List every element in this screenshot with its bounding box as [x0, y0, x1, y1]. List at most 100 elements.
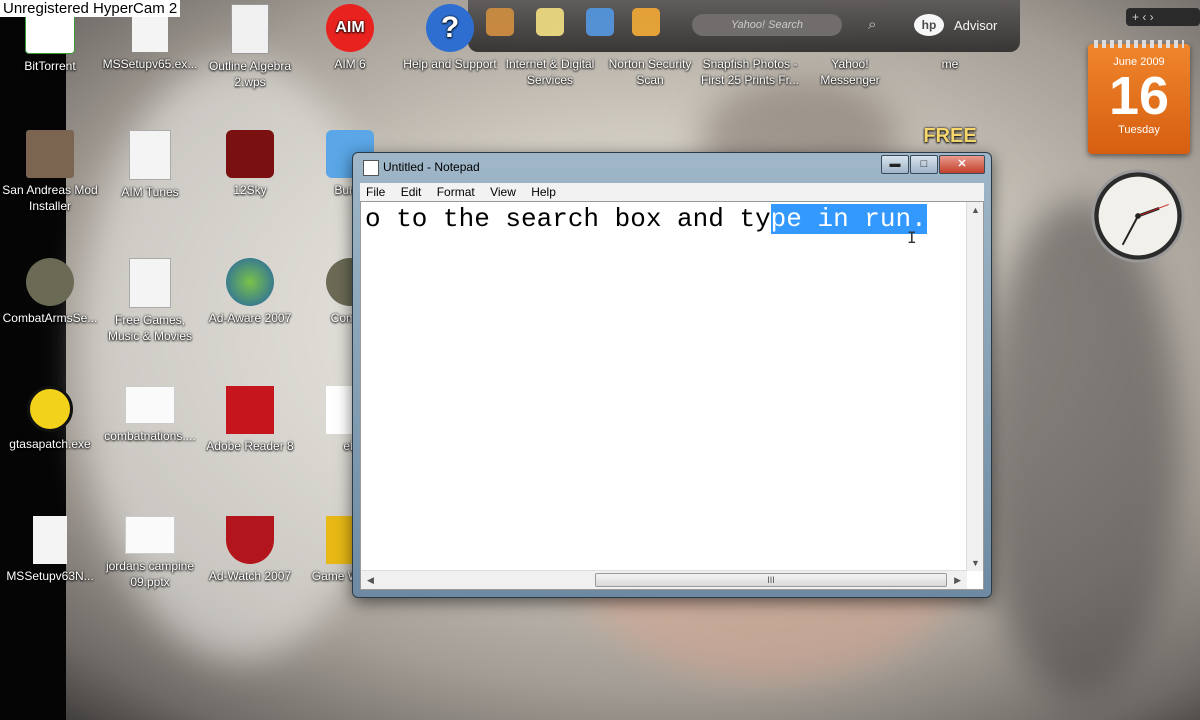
text-cursor-icon: I [907, 228, 917, 247]
desktop-icon-label: jordans campine 09.pptx [105, 559, 195, 589]
desktop-icon-label: MSSetupv65.ex... [102, 57, 198, 71]
desktop-icon-label: Yahoo! Messenger [820, 57, 880, 87]
desktop-icon-yahoo-messenger[interactable]: Yahoo! Messenger [802, 56, 898, 88]
gear-icon [27, 386, 73, 432]
document-icon [125, 386, 175, 424]
desktop-icon-label: MSSetupv63N... [6, 569, 94, 583]
desktop-icon-label: Outline Algebra 2.wps [208, 59, 292, 89]
calendar-weekday: Tuesday [1118, 124, 1160, 136]
search-icon[interactable]: ⌕ [868, 16, 876, 33]
desktop-icon-label: AIM Tunes [121, 185, 179, 199]
hp-advisor-label[interactable]: Advisor [954, 18, 997, 33]
editor-text[interactable]: o to the search box and type in run. [365, 204, 927, 234]
window-title: Untitled - Notepad [383, 160, 480, 174]
menu-file[interactable]: File [366, 185, 385, 199]
menu-help[interactable]: Help [531, 185, 556, 199]
calendar-gadget[interactable]: June 2009 16 Tuesday [1088, 40, 1190, 154]
desktop-left-edge [0, 0, 66, 720]
sidebar-controls-text[interactable]: + ‹ › [1132, 10, 1154, 24]
hp-logo[interactable]: hp [914, 14, 944, 36]
plain-text: o to the search box and ty [365, 204, 771, 234]
shopping-bag-icon[interactable] [632, 8, 660, 36]
file-icon [33, 516, 67, 564]
desktop-icon-internet-digital[interactable]: Internet & Digital Services [502, 56, 598, 88]
scroll-up-icon[interactable]: ▲ [971, 205, 980, 215]
desktop-icon-norton[interactable]: Norton Security Scan [602, 56, 698, 88]
text-editor[interactable]: o to the search box and type in run. I ▲… [360, 201, 984, 590]
desktop-icon-label: San Andreas Mod Installer [2, 183, 98, 213]
desktop-icon-label: Ad-Watch 2007 [208, 569, 292, 583]
desktop-icon-label: me [941, 57, 959, 71]
desktop-icon-aim6[interactable]: AIM AIM 6 [302, 4, 398, 72]
help-icon[interactable] [586, 8, 614, 36]
desktop-icon-free-games[interactable]: Free Games, Music & Movies [102, 258, 198, 344]
desktop-icon-label: gtasapatch.exe [9, 437, 91, 451]
minimize-button[interactable]: ▬ [881, 155, 909, 174]
desktop-icon-label: AIM 6 [334, 57, 366, 71]
yahoo-search-input[interactable]: Yahoo! Search [692, 14, 842, 36]
desktop-icon-12sky[interactable]: 12Sky [202, 130, 298, 198]
selected-text: pe in run. [770, 204, 927, 234]
desktop-icon-aim-tunes[interactable]: AIM Tunes [102, 130, 198, 200]
desktop-icon-label: BitTorrent [24, 59, 76, 73]
close-button[interactable]: ✕ [939, 155, 985, 174]
globe-icon [226, 258, 274, 306]
desktop-icon-label: Help and Support [403, 57, 497, 71]
document-icon [129, 130, 171, 180]
desktop-icon-ad-aware[interactable]: Ad-Aware 2007 [202, 258, 298, 326]
calendar-rings [1094, 40, 1184, 48]
notepad-window[interactable]: Untitled - Notepad ▬ □ ✕ File Edit Forma… [352, 152, 992, 598]
desktop-icon-label: Snapfish Photos - First 25 Prints Fr... [700, 57, 799, 87]
desktop-icon-mssetup63[interactable]: MSSetupv63N... [2, 516, 98, 584]
sidebar-controls[interactable]: + ‹ › [1126, 8, 1200, 26]
menu-bar: File Edit Format View Help [360, 183, 984, 201]
question-icon: ? [426, 4, 474, 52]
desktop-icon-free[interactable]: FREE [902, 126, 998, 146]
desktop-icon-label: combatnations.... [104, 429, 196, 443]
character-icon [26, 130, 74, 178]
shield-icon [226, 516, 274, 564]
horizontal-scrollbar[interactable]: ◀ III ▶ [361, 570, 967, 589]
maximize-button[interactable]: □ [910, 155, 938, 174]
desktop-icon-label: CombatArmsSe... [2, 311, 98, 325]
desktop-icon-label: Internet & Digital Services [505, 57, 595, 87]
aim-icon: AIM [326, 4, 374, 52]
desktop-icon-jordans[interactable]: jordans campine 09.pptx [102, 516, 198, 590]
menu-edit[interactable]: Edit [401, 185, 422, 199]
notes-icon[interactable] [536, 8, 564, 36]
clock-center [1135, 213, 1141, 219]
scroll-right-icon[interactable]: ▶ [954, 575, 961, 586]
notepad-icon [363, 160, 379, 176]
scroll-down-icon[interactable]: ▼ [971, 558, 980, 568]
hypercam-watermark: Unregistered HyperCam 2 [0, 0, 181, 17]
scroll-thumb[interactable]: III [595, 573, 947, 587]
desktop-icon-snapfish[interactable]: Snapfish Photos - First 25 Prints Fr... [694, 56, 806, 88]
desktop-icon-label: Free Games, Music & Movies [107, 313, 193, 343]
desktop-icon-label: 12Sky [233, 183, 267, 197]
bg-blob [980, 200, 1180, 700]
desktop-icon-label: Norton Security Scan [608, 57, 692, 87]
12sky-icon [226, 130, 274, 178]
menu-format[interactable]: Format [437, 185, 475, 199]
vertical-scrollbar[interactable]: ▲ ▼ [966, 202, 983, 571]
desktop-icon-combatarms[interactable]: CombatArmsSe... [2, 258, 98, 326]
menu-view[interactable]: View [490, 185, 516, 199]
document-icon [231, 4, 269, 54]
soldier-icon [26, 258, 74, 306]
desktop-icon-adobe-reader[interactable]: Adobe Reader 8 [202, 386, 298, 454]
gadget-toolbar: Yahoo! Search ⌕ hp Advisor [468, 0, 1020, 52]
desktop-icon-san-andreas[interactable]: San Andreas Mod Installer [2, 130, 98, 214]
desktop-icon-gtasapatch[interactable]: gtasapatch.exe [2, 386, 98, 452]
desktop-icon-me[interactable]: me [902, 56, 998, 72]
presentation-icon [125, 516, 175, 554]
desktop-icon-ad-watch[interactable]: Ad-Watch 2007 [202, 516, 298, 584]
desktop-icon-label: Ad-Aware 2007 [208, 311, 292, 325]
clock-gadget[interactable] [1090, 168, 1186, 264]
desktop-icon-outline-algebra[interactable]: Outline Algebra 2.wps [202, 4, 298, 90]
window-controls: ▬ □ ✕ [881, 155, 985, 174]
adobe-icon [226, 386, 274, 434]
desktop-icon-combatnations[interactable]: combatnations.... [102, 386, 198, 444]
desktop-icon-help-support[interactable]: ? Help and Support [402, 4, 498, 72]
calendar-day: 16 [1108, 66, 1170, 126]
scroll-left-icon[interactable]: ◀ [367, 575, 374, 586]
